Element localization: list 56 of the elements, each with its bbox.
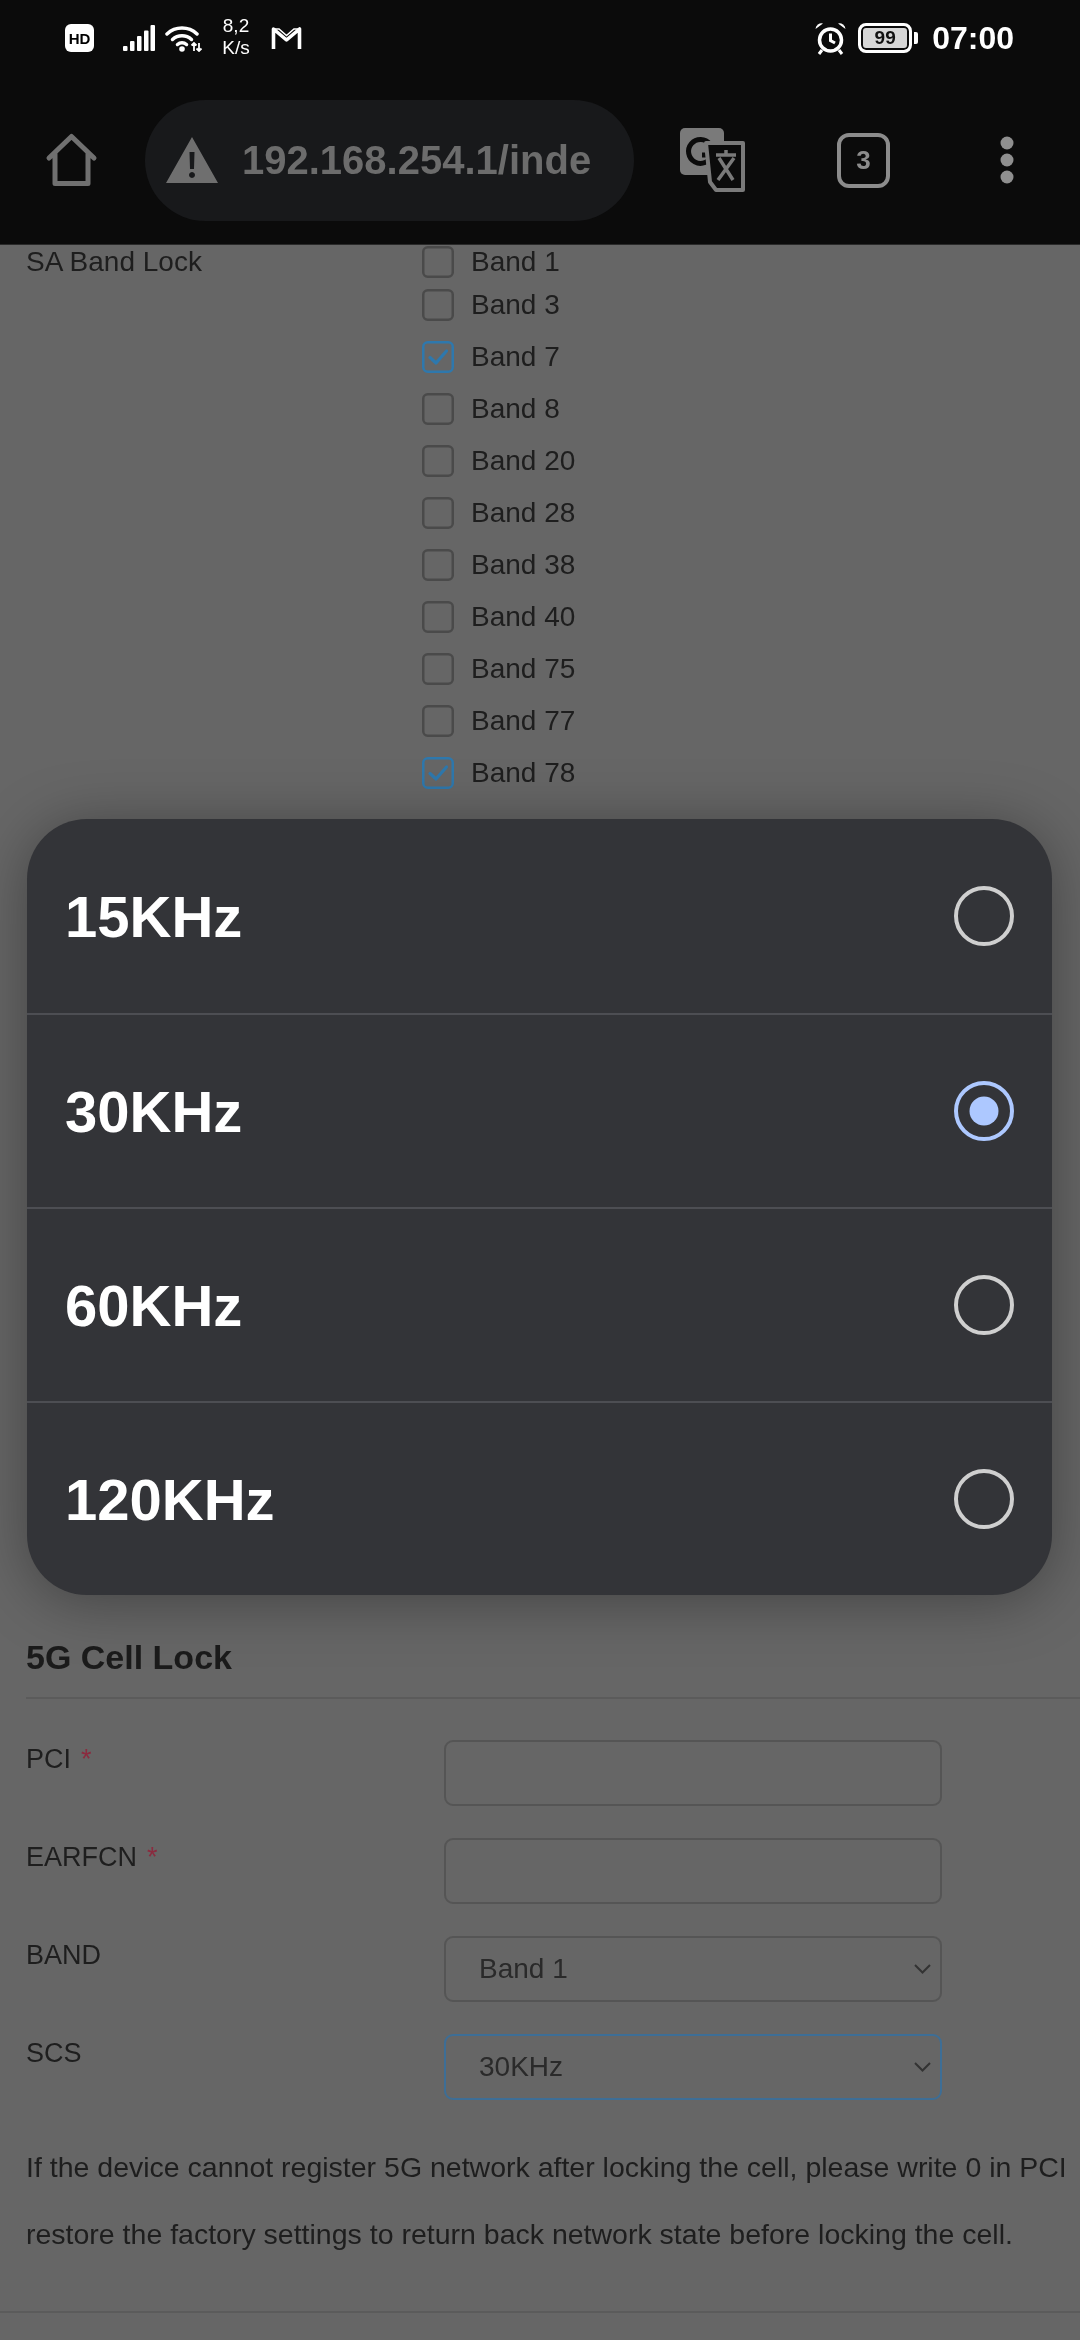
checkbox[interactable] [422,601,454,633]
field-label: EARFCN [26,1842,137,1872]
checkbox-label: Band 40 [471,601,576,633]
checkbox[interactable] [422,757,454,789]
translate-icon[interactable] [680,127,747,193]
checkbox-label: Band 75 [471,653,576,685]
checkbox-label: Band 78 [471,757,576,789]
home-icon[interactable] [45,133,98,187]
checkbox-label: Band 77 [471,705,576,737]
checkbox-label: Band 38 [471,549,576,581]
network-speed: 8,2 [222,15,250,37]
checkbox-label: Band 8 [471,393,560,425]
checkbox[interactable] [422,341,454,373]
checkbox-label: Band 7 [471,341,560,373]
checkbox-label: Band 3 [471,289,560,321]
chevron-icon [914,1964,931,1974]
picker-option[interactable]: 120KHz [27,1401,1052,1595]
checkbox[interactable] [422,445,454,477]
section-label: SA Band Lock [26,245,202,279]
required-mark: * [81,1744,92,1774]
wifi-icon [165,24,203,52]
checkbox-label: Band 1 [471,246,560,278]
alarm-icon [814,21,848,55]
more-options-icon[interactable] [1000,136,1014,184]
radio-icon[interactable] [954,1469,1014,1529]
checkbox-label: Band 20 [471,445,576,477]
checkbox[interactable] [422,549,454,581]
required-mark: * [147,1842,158,1872]
field-label: SCS [26,2038,82,2068]
checkbox[interactable] [422,497,454,529]
note-text: restore the factory settings to return back network state before locking the cell. [26,2217,1013,2252]
clock-time: 07:00 [932,19,1014,57]
battery-indicator: 99 [858,23,919,53]
radio-icon[interactable] [954,1275,1014,1335]
field-label: PCI [26,1744,71,1774]
radio-icon[interactable] [954,1081,1014,1141]
checkbox[interactable] [422,653,454,685]
signal-icon [123,25,155,51]
checkbox[interactable] [422,393,454,425]
note-text: If the device cannot register 5G network after locking the cell, please write 0 in PCI [26,2150,1067,2185]
checkbox-label: Band 28 [471,497,576,529]
tabs-button[interactable]: 3 [837,132,890,188]
field-label: BAND [26,1940,101,1970]
chevron-icon [914,2062,931,2072]
speed-unit: K/s [222,37,250,59]
radio-icon[interactable] [954,886,1014,946]
picker-option[interactable]: 15KHz [27,819,1052,1013]
picker-option[interactable]: 30KHz [27,1013,1052,1207]
warning-icon[interactable] [165,136,219,184]
checkbox[interactable] [422,246,454,278]
hd-indicator: HD [65,24,94,52]
section-title: 5G Cell Lock [26,1637,232,1677]
mail-icon [271,25,302,51]
checkbox[interactable] [422,705,454,737]
checkbox[interactable] [422,289,454,321]
picker-option[interactable]: 60KHz [27,1207,1052,1401]
